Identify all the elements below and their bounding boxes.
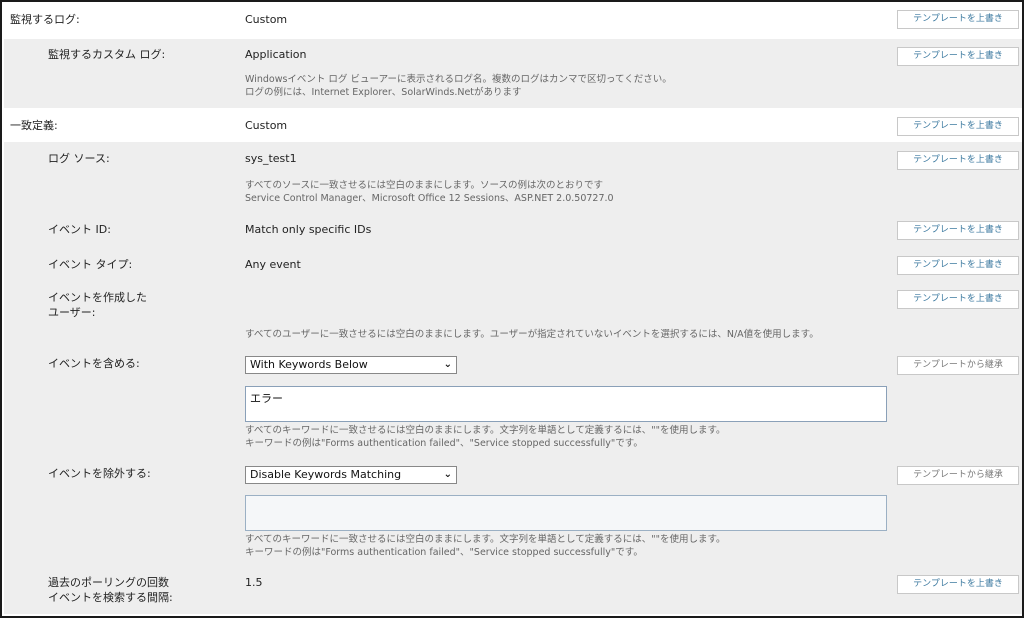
custom-log-label: 監視するカスタム ログ:	[48, 48, 166, 61]
event-type-label: イベント タイプ:	[48, 258, 133, 271]
exclude-events-select[interactable]: Disable Keywords Matching ⌄	[245, 466, 457, 484]
log-source-hint-line2: Service Control Manager、Microsoft Office…	[245, 193, 614, 204]
log-source-label: ログ ソース:	[48, 152, 110, 165]
polling-label-line2: イベントを検索する間隔:	[48, 591, 173, 604]
include-keywords-hint: すべてのキーワードに一致させるには空白のままにします。文字列を単語として定義する…	[245, 424, 726, 450]
custom-log-hint: Windowsイベント ログ ビューアーに表示されるログ名。複数のログはカンマで…	[245, 73, 672, 99]
match-def-override-button[interactable]: テンプレートを上書き	[897, 117, 1019, 136]
event-user-override-button[interactable]: テンプレートを上書き	[897, 290, 1019, 309]
event-type-value: Any event	[245, 258, 301, 271]
settings-panel: 監視するログ: Custom テンプレートを上書き 監視するカスタム ログ: A…	[0, 0, 1024, 618]
exclude-keywords-hint: すべてのキーワードに一致させるには空白のままにします。文字列を単語として定義する…	[245, 533, 726, 559]
exclude-events-select-value: Disable Keywords Matching	[250, 468, 402, 481]
row-match-definition: 一致定義: Custom テンプレートを上書き	[4, 108, 1022, 142]
monitor-log-label: 監視するログ:	[10, 13, 80, 26]
include-events-label: イベントを含める:	[48, 357, 140, 370]
include-events-select-value: With Keywords Below	[250, 358, 368, 371]
log-source-hint-line1: すべてのソースに一致させるには空白のままにします。ソースの例は次のとおりです	[245, 180, 604, 191]
include-keywords-textarea[interactable]: エラー	[245, 386, 887, 422]
custom-log-hint-line1: Windowsイベント ログ ビューアーに表示されるログ名。複数のログはカンマで…	[245, 74, 672, 85]
event-id-label: イベント ID:	[48, 223, 111, 236]
log-source-hint: すべてのソースに一致させるには空白のままにします。ソースの例は次のとおりです S…	[245, 179, 614, 205]
log-source-override-button[interactable]: テンプレートを上書き	[897, 151, 1019, 170]
event-user-hint: すべてのユーザーに一致させるには空白のままにします。ユーザーが指定されていないイ…	[245, 329, 819, 340]
monitor-log-override-button[interactable]: テンプレートを上書き	[897, 10, 1019, 29]
custom-log-override-button[interactable]: テンプレートを上書き	[897, 47, 1019, 66]
exclude-events-inherit-button[interactable]: テンプレートから継承	[897, 466, 1019, 485]
polling-label-line1: 過去のポーリングの回数	[48, 576, 169, 589]
event-type-override-button[interactable]: テンプレートを上書き	[897, 256, 1019, 275]
include-hint-line2: キーワードの例は"Forms authentication failed"、"S…	[245, 438, 643, 449]
exclude-hint-line2: キーワードの例は"Forms authentication failed"、"S…	[245, 547, 643, 558]
exclude-keywords-textarea[interactable]	[245, 495, 887, 531]
event-user-label-line2: ユーザー:	[48, 306, 96, 319]
custom-log-value: Application	[245, 48, 307, 61]
event-user-label: イベントを作成した ユーザー:	[48, 290, 147, 320]
monitor-log-value: Custom	[245, 13, 288, 26]
match-def-label: 一致定義:	[10, 119, 58, 132]
include-events-select[interactable]: With Keywords Below ⌄	[245, 356, 457, 374]
log-source-value: sys_test1	[245, 152, 297, 165]
match-def-value: Custom	[245, 119, 288, 132]
include-events-inherit-button[interactable]: テンプレートから継承	[897, 356, 1019, 375]
include-hint-line1: すべてのキーワードに一致させるには空白のままにします。文字列を単語として定義する…	[245, 425, 726, 436]
exclude-events-label: イベントを除外する:	[48, 467, 151, 480]
polling-override-button[interactable]: テンプレートを上書き	[897, 575, 1019, 594]
chevron-down-icon: ⌄	[443, 469, 452, 480]
event-user-label-line1: イベントを作成した	[48, 291, 147, 304]
event-id-value: Match only specific IDs	[245, 223, 372, 236]
exclude-hint-line1: すべてのキーワードに一致させるには空白のままにします。文字列を単語として定義する…	[245, 534, 726, 545]
polling-value: 1.5	[245, 576, 263, 589]
row-monitor-log: 監視するログ: Custom テンプレートを上書き	[4, 2, 1022, 38]
match-details: ログ ソース: sys_test1 テンプレートを上書き すべてのソースに一致さ…	[4, 142, 1022, 614]
custom-log-hint-line2: ログの例には、Internet Explorer、SolarWinds.Netが…	[245, 87, 522, 98]
event-id-override-button[interactable]: テンプレートを上書き	[897, 221, 1019, 240]
row-custom-log: 監視するカスタム ログ: Application Windowsイベント ログ …	[4, 39, 1022, 108]
polling-label: 過去のポーリングの回数 イベントを検索する間隔:	[48, 575, 173, 605]
chevron-down-icon: ⌄	[443, 359, 452, 370]
